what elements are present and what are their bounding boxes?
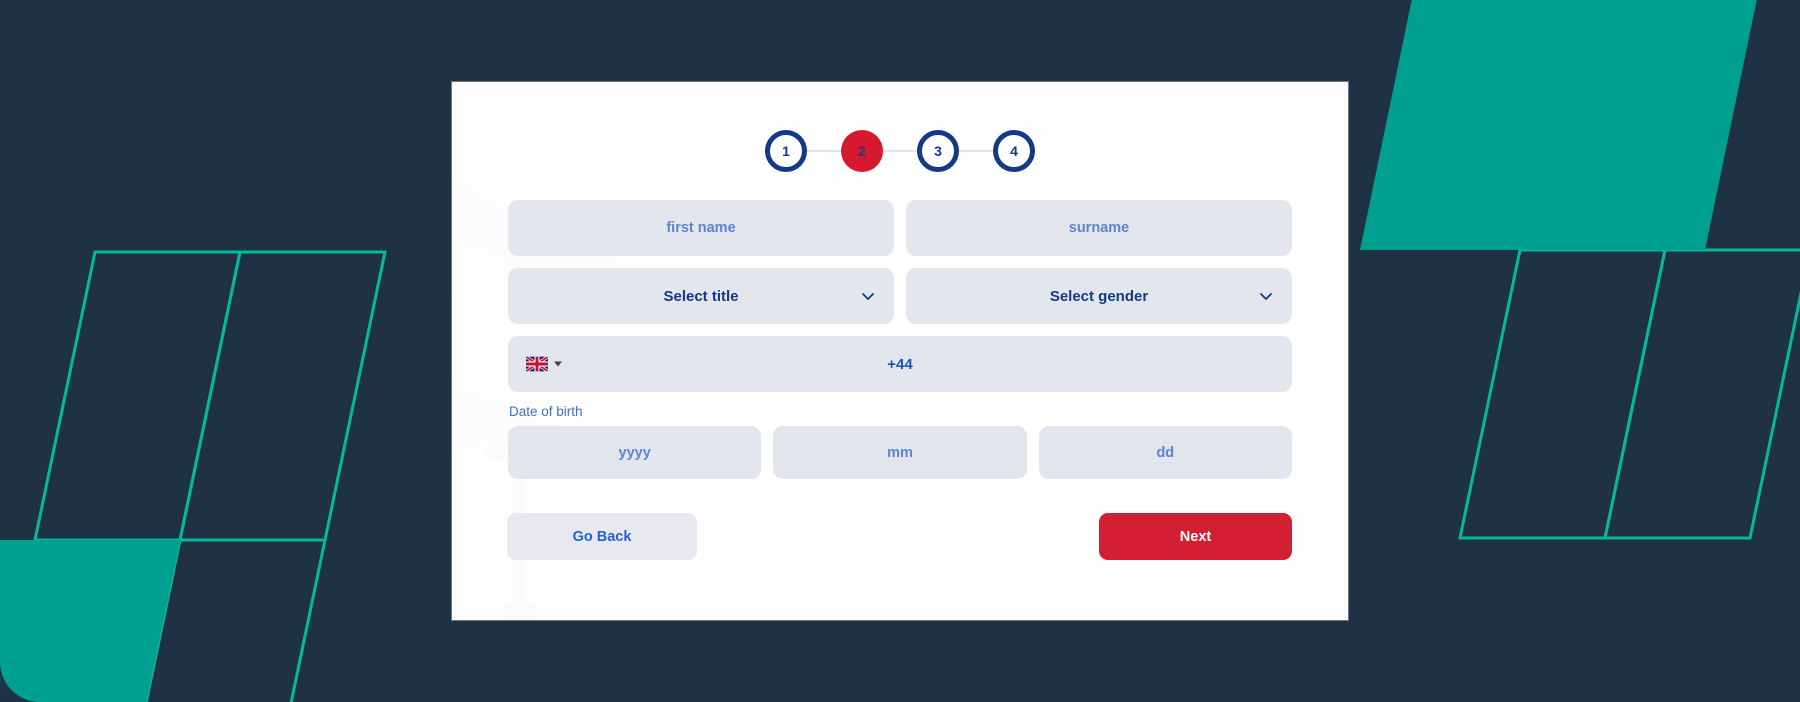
deco-parallelogram-right-4 [1663,0,1800,252]
gender-select[interactable]: Select gender [906,268,1292,324]
registration-card: 1 2 3 4 first name surname Select title … [452,82,1348,620]
dob-month-placeholder: mm [887,444,913,461]
next-button[interactable]: Next [1099,513,1292,560]
first-name-input[interactable]: first name [508,200,894,256]
dob-day-input[interactable]: dd [1038,426,1292,479]
deco-parallelogram-right-3 [1518,0,1727,252]
form-actions: Go Back Next [507,513,1292,560]
dob-month-input[interactable]: mm [773,426,1027,479]
deco-parallelogram-filled-bottomleft [0,540,180,702]
dob-year-input[interactable]: yyyy [508,426,762,479]
step-connector-2-3 [883,150,917,152]
step-connector-1-2 [807,150,841,152]
surname-placeholder: surname [1068,220,1130,236]
deco-parallelogram-right-1 [1458,248,1667,540]
go-back-button[interactable]: Go Back [507,513,697,560]
phone-row: +44 [508,336,1292,392]
step-2-label: 2 [858,143,866,159]
chevron-down-icon [862,293,874,300]
country-code-selector[interactable] [526,356,562,372]
dob-year-placeholder: yyyy [618,444,651,461]
deco-parallelogram-filled-topright [1360,0,1765,250]
chevron-down-icon [1260,293,1272,300]
surname-input[interactable]: surname [906,200,1292,256]
deco-parallelogram-left-2 [178,250,387,542]
progress-stepper: 1 2 3 4 [452,130,1348,172]
gender-select-value: Select gender [1049,287,1149,305]
date-of-birth-row: yyyy mm dd [508,426,1292,479]
step-3[interactable]: 3 [917,130,959,172]
deco-parallelogram-left-3 [118,538,327,702]
deco-parallelogram-right-2 [1603,248,1800,540]
first-name-placeholder: first name [666,220,736,236]
deco-parallelogram-left-1 [33,250,242,542]
step-1[interactable]: 1 [765,130,807,172]
step-1-label: 1 [782,143,790,159]
caret-down-icon [554,361,562,367]
title-select[interactable]: Select title [508,268,894,324]
date-of-birth-label: Date of birth [509,404,583,419]
uk-flag-icon [526,356,548,372]
app-window: 1 2 3 4 first name surname Select title … [0,0,1800,702]
registration-form: first name surname Select title Select g… [507,200,1292,560]
name-row: first name surname [508,200,1292,256]
step-4-label: 4 [1010,143,1018,159]
step-3-label: 3 [934,143,942,159]
title-gender-row: Select title Select gender [508,268,1292,324]
title-select-value: Select title [663,287,739,305]
step-4[interactable]: 4 [993,130,1035,172]
phone-prefix-value: +44 [887,355,913,373]
dob-day-placeholder: dd [1156,444,1175,461]
step-connector-3-4 [959,150,993,152]
phone-input[interactable]: +44 [508,336,1292,392]
step-2[interactable]: 2 [841,130,883,172]
